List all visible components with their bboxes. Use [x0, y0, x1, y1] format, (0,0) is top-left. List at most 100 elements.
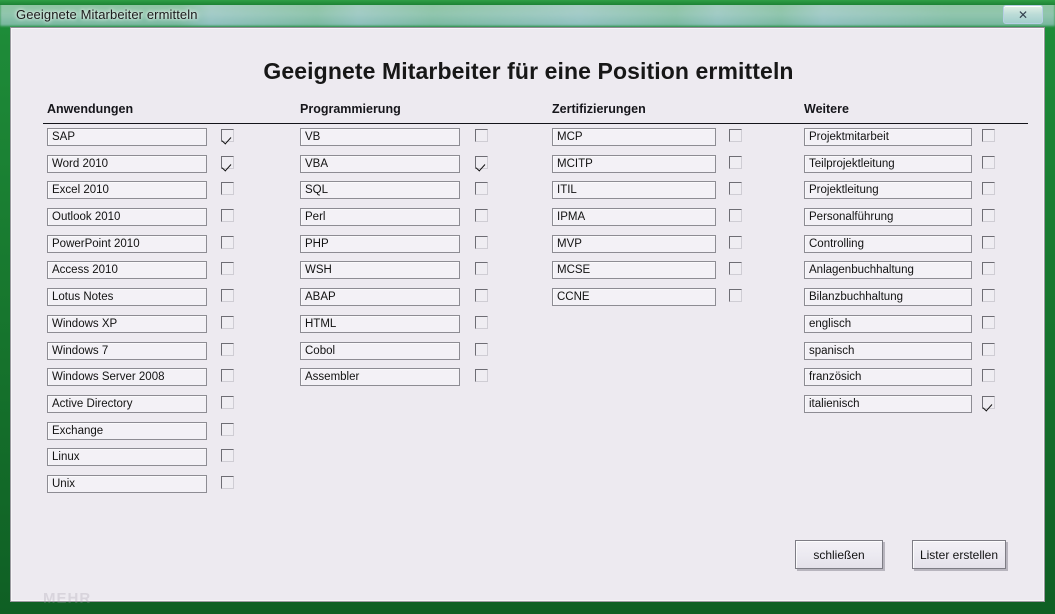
criteria-text-field[interactable]: MVP [552, 234, 716, 253]
criteria-checkbox[interactable] [221, 235, 234, 249]
criteria-text-field[interactable]: Access 2010 [47, 261, 207, 280]
criteria-text-field[interactable]: WSH [300, 261, 460, 280]
criteria-checkbox[interactable] [221, 209, 234, 223]
criteria-checkbox[interactable] [475, 182, 488, 196]
criteria-text-field[interactable]: Teilprojektleitung [804, 154, 972, 173]
page-title: Geeignete Mitarbeiter für eine Position … [263, 58, 794, 84]
criteria-checkbox[interactable] [221, 182, 234, 196]
criteria-checkbox[interactable] [475, 369, 488, 383]
criteria-checkbox[interactable] [982, 155, 995, 169]
criteria-text-field[interactable]: VBA [300, 154, 460, 173]
criteria-checkbox[interactable] [475, 342, 488, 356]
criteria-text-field[interactable]: MCSE [552, 261, 716, 280]
criteria-text-field[interactable]: Anlagenbuchhaltung [804, 261, 972, 280]
criteria-row: ABAP [300, 288, 491, 315]
criteria-checkbox[interactable] [729, 209, 742, 223]
criteria-checkbox[interactable] [982, 342, 995, 356]
criteria-text-field[interactable]: SAP [47, 128, 207, 146]
criteria-text-field[interactable]: MCITP [552, 154, 716, 173]
criteria-checkbox[interactable] [475, 262, 488, 276]
criteria-text-field[interactable]: VB [300, 128, 460, 146]
criteria-checkbox[interactable] [982, 395, 995, 409]
criteria-text-field[interactable]: CCNE [552, 288, 716, 307]
column-header-1: Anwendungen [47, 102, 134, 116]
criteria-checkbox[interactable] [729, 289, 742, 303]
criteria-checkbox[interactable] [221, 422, 234, 436]
criteria-checkbox[interactable] [221, 475, 234, 489]
criteria-text-field[interactable]: HTML [300, 314, 460, 333]
criteria-text-field[interactable]: Personalführung [804, 208, 972, 227]
close-dialog-button[interactable]: schließen [795, 540, 883, 569]
criteria-text-field[interactable]: Windows XP [47, 314, 207, 333]
criteria-text-field[interactable]: Cobol [300, 341, 460, 360]
criteria-checkbox[interactable] [221, 315, 234, 329]
criteria-checkbox[interactable] [982, 182, 995, 196]
criteria-row: SAP [47, 128, 237, 155]
criteria-checkbox[interactable] [982, 289, 995, 303]
criteria-checkbox[interactable] [221, 369, 234, 383]
criteria-text-field[interactable]: Perl [300, 208, 460, 227]
criteria-text-field[interactable]: ABAP [300, 288, 460, 307]
criteria-checkbox[interactable] [221, 129, 234, 142]
criteria-checkbox[interactable] [475, 289, 488, 303]
criteria-text-field[interactable]: Exchange [47, 421, 207, 440]
criteria-row: HTML [300, 314, 491, 342]
criteria-checkbox[interactable] [982, 369, 995, 383]
criteria-row: Active Directory [47, 394, 237, 422]
criteria-text-field[interactable]: Active Directory [47, 394, 207, 413]
criteria-text-field[interactable]: SQL [300, 181, 460, 200]
criteria-text-field[interactable]: Assembler [300, 368, 460, 387]
watermark-text: MEHR [43, 590, 92, 607]
criteria-text-field[interactable]: Word 2010 [47, 154, 207, 173]
criteria-text-field[interactable]: IPMA [552, 208, 716, 227]
create-list-button[interactable]: Lister erstellen [912, 540, 1006, 569]
criteria-text-field[interactable]: ITIL [552, 181, 716, 200]
criteria-checkbox[interactable] [729, 182, 742, 196]
criteria-text-field[interactable]: Windows 7 [47, 341, 207, 360]
criteria-checkbox[interactable] [729, 235, 742, 249]
criteria-text-field[interactable]: Projektmitarbeit [804, 128, 972, 146]
criteria-checkbox[interactable] [982, 262, 995, 276]
criteria-text-field[interactable]: Outlook 2010 [47, 208, 207, 227]
window-close-button[interactable]: ✕ [1003, 5, 1043, 24]
criteria-text-field[interactable]: Bilanzbuchhaltung [804, 288, 972, 307]
criteria-checkbox[interactable] [982, 315, 995, 329]
criteria-text-field[interactable]: MCP [552, 128, 716, 146]
criteria-text-field[interactable]: italienisch [804, 394, 972, 413]
criteria-checkbox[interactable] [221, 342, 234, 356]
criteria-row: spanisch [804, 341, 998, 369]
criteria-checkbox[interactable] [221, 262, 234, 276]
criteria-checkbox[interactable] [982, 235, 995, 249]
criteria-checkbox[interactable] [475, 129, 488, 142]
title-bar[interactable]: Geeignete Mitarbeiter ermitteln ✕ [7, 4, 1048, 27]
criteria-checkbox[interactable] [982, 129, 995, 142]
criteria-text-field[interactable]: Lotus Notes [47, 288, 207, 307]
criteria-checkbox[interactable] [729, 262, 742, 276]
criteria-row: ITIL [552, 181, 745, 208]
close-icon: ✕ [1017, 7, 1029, 22]
criteria-row: Bilanzbuchhaltung [804, 288, 998, 315]
criteria-text-field[interactable]: Controlling [804, 234, 972, 253]
criteria-checkbox[interactable] [221, 449, 234, 463]
criteria-text-field[interactable]: Projektleitung [804, 181, 972, 200]
criteria-checkbox[interactable] [729, 129, 742, 142]
criteria-checkbox[interactable] [221, 289, 234, 303]
criteria-text-field[interactable]: Excel 2010 [47, 181, 207, 200]
criteria-column-2: VB VBA SQL Perl PHP WSH ABAP HTML Cobol Assembler [300, 128, 491, 395]
criteria-text-field[interactable]: Windows Server 2008 [47, 368, 207, 387]
criteria-checkbox[interactable] [475, 155, 488, 169]
criteria-text-field[interactable]: PowerPoint 2010 [47, 234, 207, 253]
criteria-text-field[interactable]: spanisch [804, 341, 972, 360]
criteria-checkbox[interactable] [221, 155, 234, 169]
criteria-checkbox[interactable] [475, 315, 488, 329]
criteria-checkbox[interactable] [221, 395, 234, 409]
criteria-text-field[interactable]: Linux [47, 448, 207, 467]
criteria-text-field[interactable]: PHP [300, 234, 460, 253]
criteria-text-field[interactable]: Unix [47, 474, 207, 493]
criteria-checkbox[interactable] [729, 155, 742, 169]
criteria-checkbox[interactable] [982, 209, 995, 223]
criteria-text-field[interactable]: französich [804, 368, 972, 387]
criteria-text-field[interactable]: englisch [804, 314, 972, 333]
criteria-checkbox[interactable] [475, 235, 488, 249]
criteria-checkbox[interactable] [475, 209, 488, 223]
